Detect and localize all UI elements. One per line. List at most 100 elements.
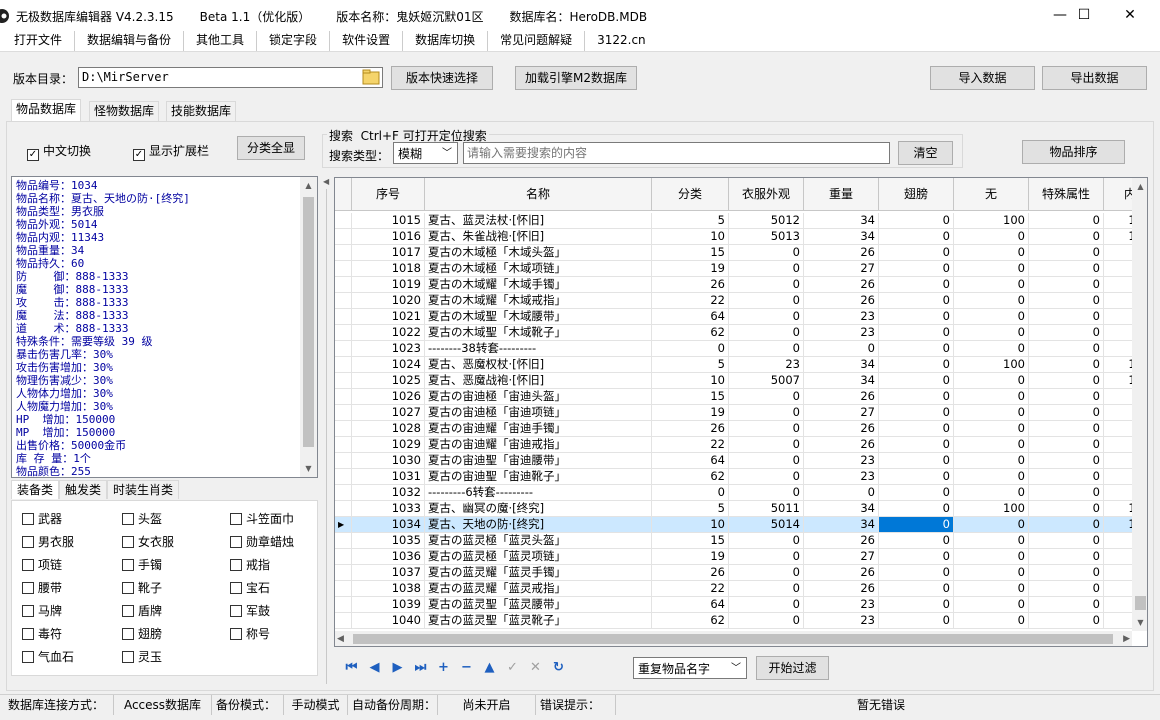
column-header[interactable]: 无 <box>954 178 1029 211</box>
table-cell[interactable]: 23 <box>804 309 879 324</box>
delete-record-icon[interactable]: − <box>455 657 478 679</box>
load-engine-db-button[interactable]: 加载引擎M2数据库 <box>515 66 637 90</box>
table-cell[interactable]: 26 <box>804 533 879 548</box>
table-cell[interactable]: 0 <box>879 421 954 436</box>
table-cell[interactable]: 0 <box>879 517 954 532</box>
table-cell[interactable]: 0 <box>1029 613 1104 628</box>
scroll-right-icon[interactable]: ▶ <box>1123 631 1130 646</box>
table-cell[interactable]: 0 <box>954 373 1029 388</box>
folder-browse-icon[interactable] <box>362 69 381 86</box>
row-indicator[interactable] <box>335 309 352 324</box>
close-button[interactable]: ✕ <box>1107 0 1153 31</box>
start-filter-button[interactable]: 开始过滤 <box>756 656 829 680</box>
scroll-thumb[interactable] <box>1135 596 1146 610</box>
table-cell[interactable]: 0 <box>879 213 954 228</box>
category-checkbox[interactable]: 翅膀 <box>122 625 162 642</box>
info-scrollbar[interactable]: ▲ ▼ <box>300 177 317 477</box>
table-cell[interactable]: 0 <box>879 405 954 420</box>
table-cell[interactable]: 27 <box>804 549 879 564</box>
table-cell[interactable]: 1016 <box>352 229 425 244</box>
table-cell[interactable]: 0 <box>954 405 1029 420</box>
row-indicator[interactable] <box>335 341 352 356</box>
scroll-up-icon[interactable]: ▲ <box>300 177 317 194</box>
table-row[interactable]: 1024夏古、恶魔权杖·[怀旧]523340100011345 <box>335 357 1147 373</box>
table-cell[interactable]: 0 <box>729 261 804 276</box>
category-checkbox[interactable]: 戒指 <box>230 556 270 573</box>
table-cell[interactable]: 5011 <box>729 501 804 516</box>
table-cell[interactable]: 0 <box>954 613 1029 628</box>
row-indicator[interactable] <box>335 469 352 484</box>
subtab-equipment[interactable]: 装备类 <box>11 480 60 499</box>
table-cell[interactable]: 26 <box>804 277 879 292</box>
table-cell[interactable]: 夏古、朱雀战袍·[怀旧] <box>425 229 652 244</box>
row-indicator[interactable] <box>335 501 352 516</box>
table-cell[interactable]: 1024 <box>352 357 425 372</box>
next-record-icon[interactable]: ▶ <box>386 657 409 679</box>
menu-lock-fields[interactable]: 锁定字段 <box>257 31 331 51</box>
table-row[interactable]: 1027夏古の宙迪極「宙迪项链」19027000514 <box>335 405 1147 421</box>
refresh-icon[interactable]: ↻ <box>547 657 570 679</box>
column-header[interactable]: 重量 <box>804 178 879 211</box>
menu-website[interactable]: 3122.cn <box>585 31 658 51</box>
table-cell[interactable]: 0 <box>804 485 879 500</box>
row-indicator[interactable] <box>335 245 352 260</box>
row-indicator[interactable] <box>335 565 352 580</box>
grid-vscrollbar[interactable]: ▲ ▼ <box>1132 178 1147 631</box>
chevron-left-icon[interactable]: ◀ <box>323 177 329 186</box>
table-row[interactable]: 1023--------38转套---------0000000 <box>335 341 1132 357</box>
table-cell[interactable]: 26 <box>804 245 879 260</box>
table-cell[interactable]: 10 <box>652 373 729 388</box>
table-cell[interactable]: 0 <box>1029 533 1104 548</box>
table-cell[interactable]: 0 <box>954 549 1029 564</box>
table-cell[interactable]: 23 <box>804 597 879 612</box>
table-cell[interactable]: 0 <box>879 341 954 356</box>
prev-record-icon[interactable]: ◀ <box>363 657 386 679</box>
table-cell[interactable]: 0 <box>954 565 1029 580</box>
table-cell[interactable]: 0 <box>1029 373 1104 388</box>
row-indicator[interactable] <box>335 597 352 612</box>
table-row[interactable]: 1040夏古の蓝灵聖「蓝灵靴子」620230001956 <box>335 613 1147 629</box>
table-cell[interactable]: 10 <box>652 229 729 244</box>
table-cell[interactable]: 0 <box>1029 389 1104 404</box>
edit-record-icon[interactable]: ▲ <box>478 657 501 679</box>
table-cell[interactable]: 34 <box>804 501 879 516</box>
table-row[interactable]: 1017夏古の木域極「木域头盔」1502600098 <box>335 245 1132 261</box>
row-indicator[interactable] <box>335 421 352 436</box>
menu-data-edit-backup[interactable]: 数据编辑与备份 <box>75 31 185 51</box>
table-cell[interactable]: 26 <box>804 565 879 580</box>
table-cell[interactable]: 100 <box>954 213 1029 228</box>
table-cell[interactable]: 0 <box>729 581 804 596</box>
tab-monsters[interactable]: 怪物数据库 <box>89 101 160 121</box>
table-row[interactable]: 1030夏古の宙迪聖「宙迪腰带」640230001835 <box>335 453 1147 469</box>
row-indicator[interactable] <box>335 277 352 292</box>
clear-button[interactable]: 清空 <box>898 141 953 165</box>
panel-splitter[interactable]: ◀ <box>322 177 332 687</box>
table-cell[interactable]: 1023 <box>352 341 425 356</box>
maximize-button[interactable]: ☐ <box>1061 0 1107 31</box>
table-cell[interactable]: 34 <box>804 373 879 388</box>
table-cell[interactable]: 26 <box>804 421 879 436</box>
table-cell[interactable]: 1040 <box>352 613 425 628</box>
table-cell[interactable]: 0 <box>879 293 954 308</box>
table-cell[interactable]: 26 <box>652 277 729 292</box>
category-checkbox[interactable]: 勋章蜡烛 <box>230 533 294 550</box>
table-cell[interactable]: 0 <box>729 277 804 292</box>
table-cell[interactable]: 0 <box>954 421 1029 436</box>
row-indicator[interactable] <box>335 613 352 628</box>
table-cell[interactable]: 22 <box>652 437 729 452</box>
table-cell[interactable]: 23 <box>729 357 804 372</box>
hscroll-thumb[interactable] <box>353 634 1113 644</box>
table-row[interactable]: ▶1034夏古、天地の防·[终究]1050143400011343 <box>335 517 1147 533</box>
table-cell[interactable]: 夏古、恶魔战袍·[怀旧] <box>425 373 652 388</box>
table-cell[interactable]: 0 <box>729 293 804 308</box>
table-cell[interactable]: 夏古の宙迪極「宙迪头盔」 <box>425 389 652 404</box>
table-cell[interactable]: 0 <box>879 389 954 404</box>
table-cell[interactable]: 0 <box>954 581 1029 596</box>
table-cell[interactable]: 0 <box>1029 565 1104 580</box>
first-record-icon[interactable]: ⏮ <box>340 657 363 679</box>
table-cell[interactable]: 0 <box>729 533 804 548</box>
table-cell[interactable]: 1033 <box>352 501 425 516</box>
row-indicator[interactable] <box>335 485 352 500</box>
table-cell[interactable]: 0 <box>954 277 1029 292</box>
table-row[interactable]: 1036夏古の蓝灵極「蓝灵项链」19027000547 <box>335 549 1147 565</box>
